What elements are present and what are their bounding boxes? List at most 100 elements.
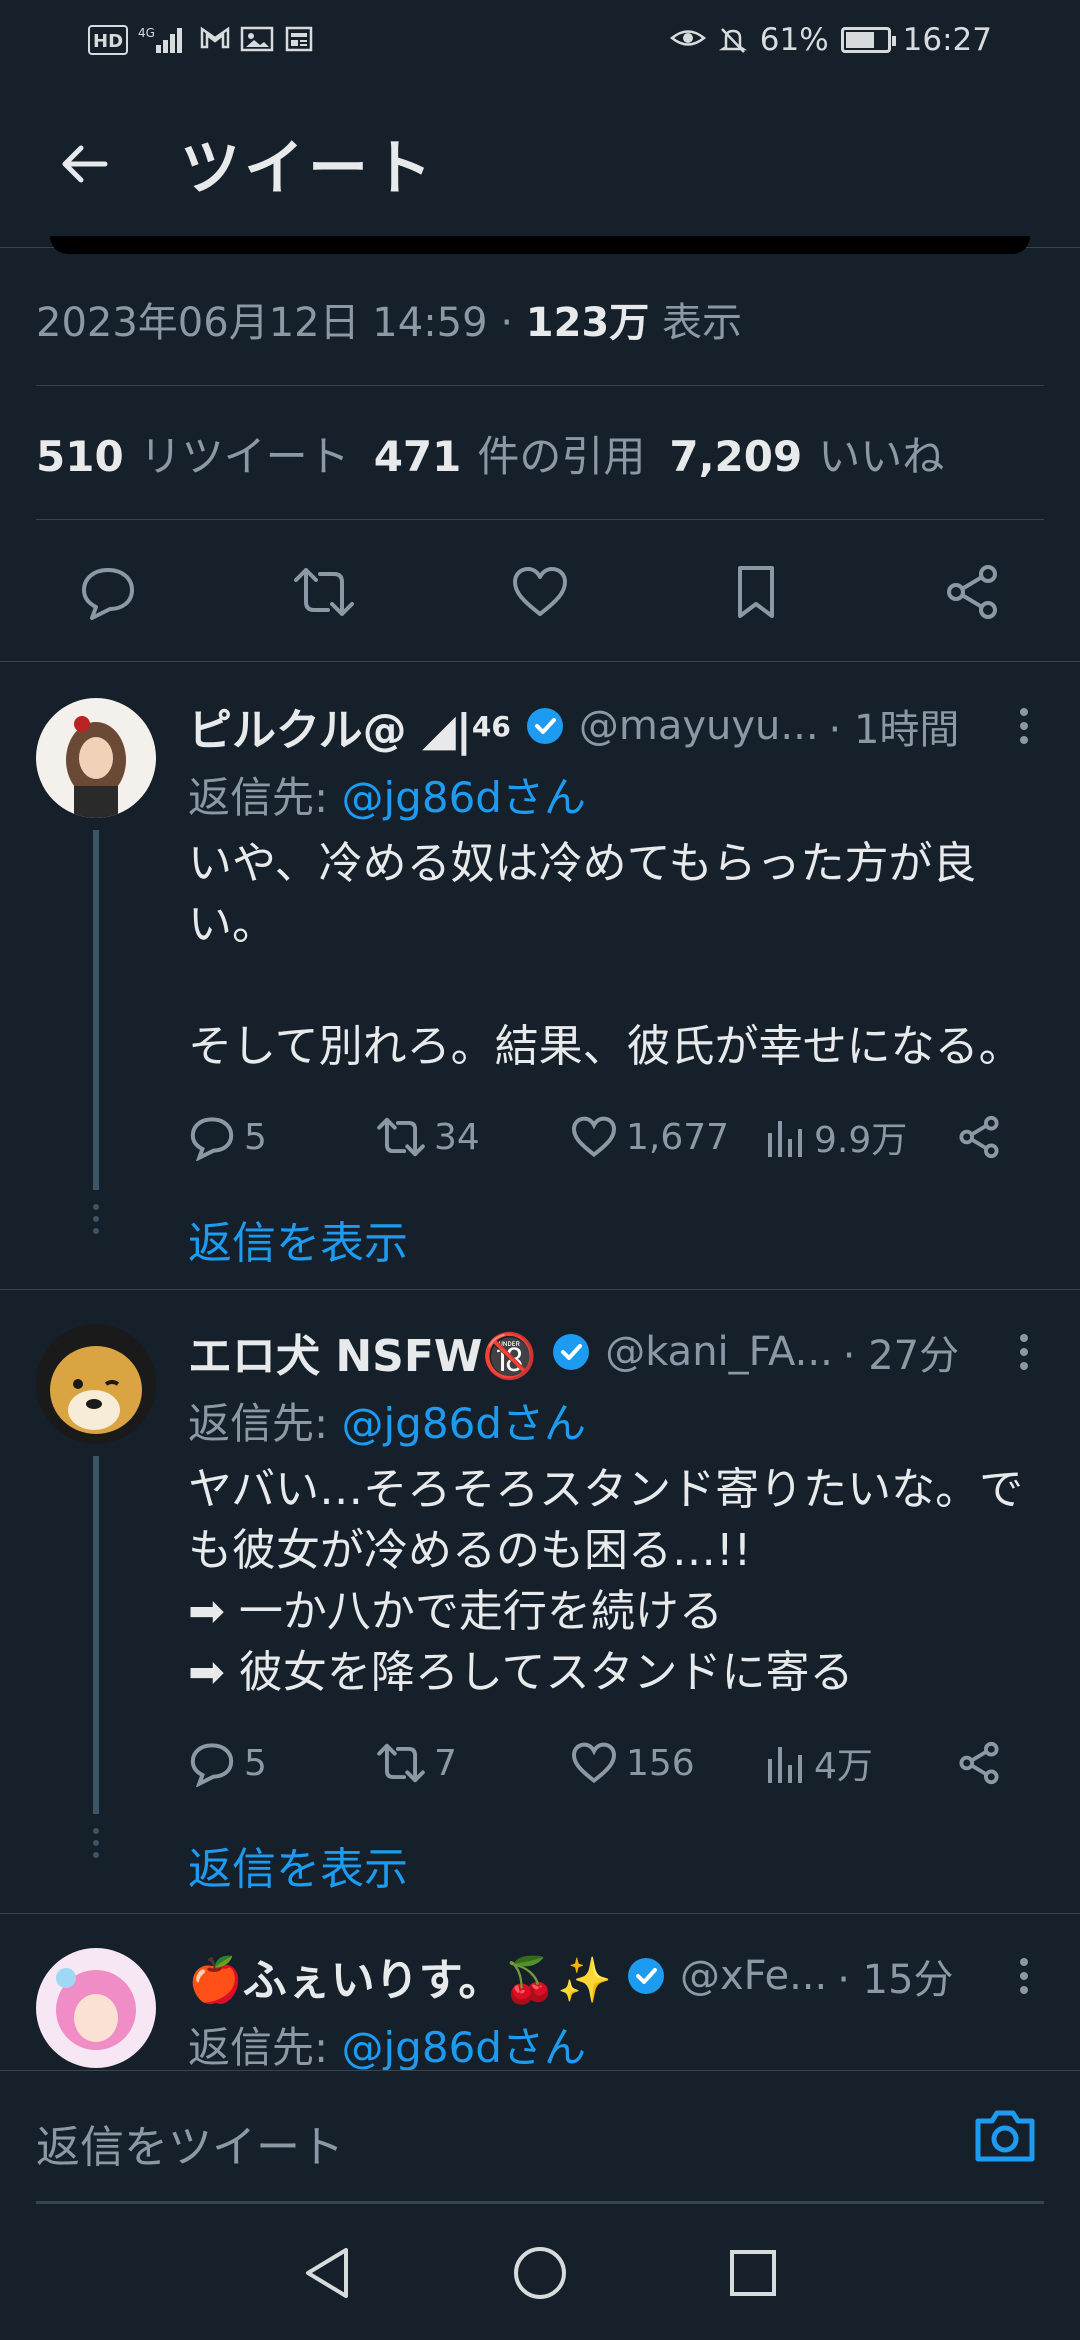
battery-icon [840,27,896,53]
reply-action-bar: 5 34 1,677 9.9万 [188,1107,1044,1167]
thread-dots [92,1204,100,1240]
reply-to-line: 返信先: @jg86dさん [188,764,1044,825]
reply-tweet[interactable]: 🍎ふぇいりす。🍒✨ @xFe... · 15分 返信先: @jg86dさん [0,1914,1080,2070]
display-name[interactable]: 🍎ふぇいりす。🍒✨ [188,1944,612,2008]
square-recents-icon [730,2250,777,2296]
reply-tweet[interactable]: エロ犬 NSFW🔞 @kani_FA... · 27分 返信先: @jg86dさ… [0,1290,1080,1914]
retweet-count: 7 [434,1742,457,1784]
avatar[interactable] [36,698,156,818]
input-underline [36,2201,1044,2204]
news-icon [284,25,314,55]
reply-to-label: 返信先: [188,773,342,822]
user-handle[interactable]: @xFe... [680,1953,827,1999]
verified-badge-icon [626,1956,666,1996]
share-icon [959,1115,999,1159]
triangle-back-icon [305,2248,348,2298]
like-count: 156 [626,1742,695,1784]
share-icon [947,564,997,619]
retweets-label: リツイート [139,432,350,481]
reply-composer: 返信をツイート [0,2070,1080,2206]
retweet-icon [377,1117,425,1157]
heart-icon [513,566,567,616]
reply-icon [190,1117,234,1161]
reply-to-line: 返信先: @jg86dさん [188,2014,1044,2070]
tweet-datetime[interactable]: 2023年06月12日 14:59 [36,300,488,346]
thread-dots [92,1828,100,1864]
more-options-icon[interactable] [1004,708,1044,744]
nav-home-button[interactable] [510,2243,570,2303]
status-bar: HD 4G 61% 16:27 [0,0,1080,80]
bookmark-button[interactable] [718,554,794,630]
display-name-suffix: 46 [471,709,511,743]
camera-button[interactable] [970,2101,1040,2171]
reply-to-mention[interactable]: @jg86dさん [342,1399,586,1448]
reply-button[interactable] [70,554,146,630]
nav-back-button[interactable] [297,2243,357,2303]
reply-action-bar: 5 7 156 4万 [188,1733,1044,1793]
thread-line [93,830,99,1190]
retweet-button[interactable] [286,554,362,630]
avatar[interactable] [36,1324,156,1444]
likes-count: 7,209 [669,432,803,481]
retweet-icon [294,567,354,616]
show-replies-link[interactable]: 返信を表示 [188,1207,1044,1271]
battery-percent: 61% [759,22,829,58]
retweet-button[interactable]: 34 [376,1113,570,1161]
bookmark-icon [738,565,774,618]
views-label: 表示 [661,300,742,346]
heart-icon [571,1116,617,1158]
reply-icon [82,567,134,620]
views-count: 4万 [814,1746,873,1787]
display-name[interactable]: ピルクル@ ◢| [188,694,472,758]
reply-tweet[interactable]: ピルクル@ ◢| 46 @mayuyu... · 1時間 返信先: @jg86d… [0,664,1080,1290]
page-title: ツイート [180,134,436,204]
heart-icon [571,1742,617,1784]
meta-separator: · [500,300,514,346]
retweets-stat[interactable]: 510 リツイート [36,423,350,484]
display-name[interactable]: エロ犬 NSFW🔞 [188,1320,537,1384]
avatar[interactable] [36,1948,156,2068]
user-handle[interactable]: @mayuyu... [579,703,819,749]
reply-input[interactable]: 返信をツイート [36,2111,344,2175]
likes-stat[interactable]: 7,209 いいね [669,423,944,484]
share-button[interactable] [934,554,1010,630]
quotes-stat[interactable]: 471 件の引用 [374,423,646,484]
likes-label: いいね [818,432,945,481]
reply-button[interactable]: 5 [188,1113,376,1161]
views-button[interactable]: 4万 [766,1737,956,1789]
quotes-label: 件の引用 [477,432,646,481]
share-button[interactable] [956,1740,1002,1786]
circle-home-icon [513,2247,566,2299]
reply-to-mention[interactable]: @jg86dさん [342,2023,586,2070]
post-time: · 1時間 [828,707,960,753]
network-type-label: 4G [138,26,155,40]
share-button[interactable] [956,1114,1002,1160]
views-count: 123万 [525,300,650,346]
hd-icon: HD [88,25,129,55]
show-replies-link[interactable]: 返信を表示 [188,1833,1044,1897]
share-icon [959,1741,999,1785]
reply-to-line: 返信先: @jg86dさん [188,1390,1044,1451]
user-handle[interactable]: @kani_FA... [605,1329,833,1375]
nav-recents-button[interactable] [723,2243,783,2303]
camera-icon [975,2110,1035,2162]
back-button[interactable] [40,119,130,209]
reply-to-mention[interactable]: @jg86dさん [342,773,586,822]
like-button[interactable] [502,554,578,630]
like-button[interactable]: 156 [570,1739,766,1787]
retweet-count: 34 [434,1116,480,1158]
post-time: · 15分 [837,1957,954,2003]
gallery-icon [240,25,274,55]
reply-count: 5 [244,1742,267,1784]
more-options-icon[interactable] [1004,1334,1044,1370]
views-button[interactable]: 9.9万 [766,1111,956,1163]
clock: 16:27 [902,22,992,58]
retweet-button[interactable]: 7 [376,1739,570,1787]
like-button[interactable]: 1,677 [570,1113,766,1161]
more-options-icon[interactable] [1004,1958,1044,1994]
analytics-icon [768,1121,802,1157]
retweets-count: 510 [36,432,124,481]
reply-button[interactable]: 5 [188,1739,376,1787]
views-count: 9.9万 [814,1120,908,1161]
verified-badge-icon [551,1332,591,1372]
